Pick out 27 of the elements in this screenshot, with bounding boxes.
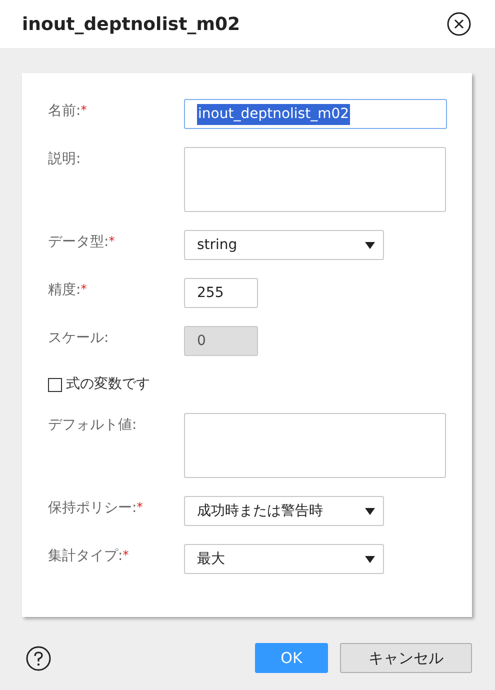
field-label: スケール:	[48, 330, 109, 346]
dialog-title: inout_deptnolist_m02	[22, 12, 240, 36]
field-label: 集計タイプ:	[48, 548, 123, 564]
dropdown[interactable]: 成功時または警告時	[184, 496, 384, 526]
field-label: 精度:	[48, 282, 81, 298]
cancel-button[interactable]: キャンセル	[340, 643, 472, 673]
field-label: 保持ポリシー:	[48, 500, 137, 516]
checkbox-label: 式の変数です	[66, 375, 150, 394]
required-mark: *	[136, 500, 143, 514]
required-mark: *	[80, 103, 87, 117]
checkbox[interactable]	[48, 378, 62, 392]
required-mark: *	[108, 234, 115, 248]
required-mark: *	[122, 548, 129, 562]
help-icon[interactable]	[26, 646, 51, 670]
dropdown[interactable]: 最大	[184, 544, 384, 574]
required-mark: *	[80, 282, 87, 296]
dropdown[interactable]: string	[184, 230, 384, 260]
caret-icon	[365, 556, 375, 562]
field-label: デフォルト値:	[48, 417, 137, 433]
text-field[interactable]: 255	[184, 278, 258, 308]
caret-icon	[365, 242, 375, 248]
text-field[interactable]: inout_deptnolist_m02	[184, 99, 447, 129]
field-label: データ型:	[48, 234, 109, 250]
field-label: 名前:	[48, 103, 81, 119]
caret-icon	[365, 508, 375, 514]
field-label: 説明:	[48, 151, 81, 167]
close-icon[interactable]	[447, 12, 471, 36]
